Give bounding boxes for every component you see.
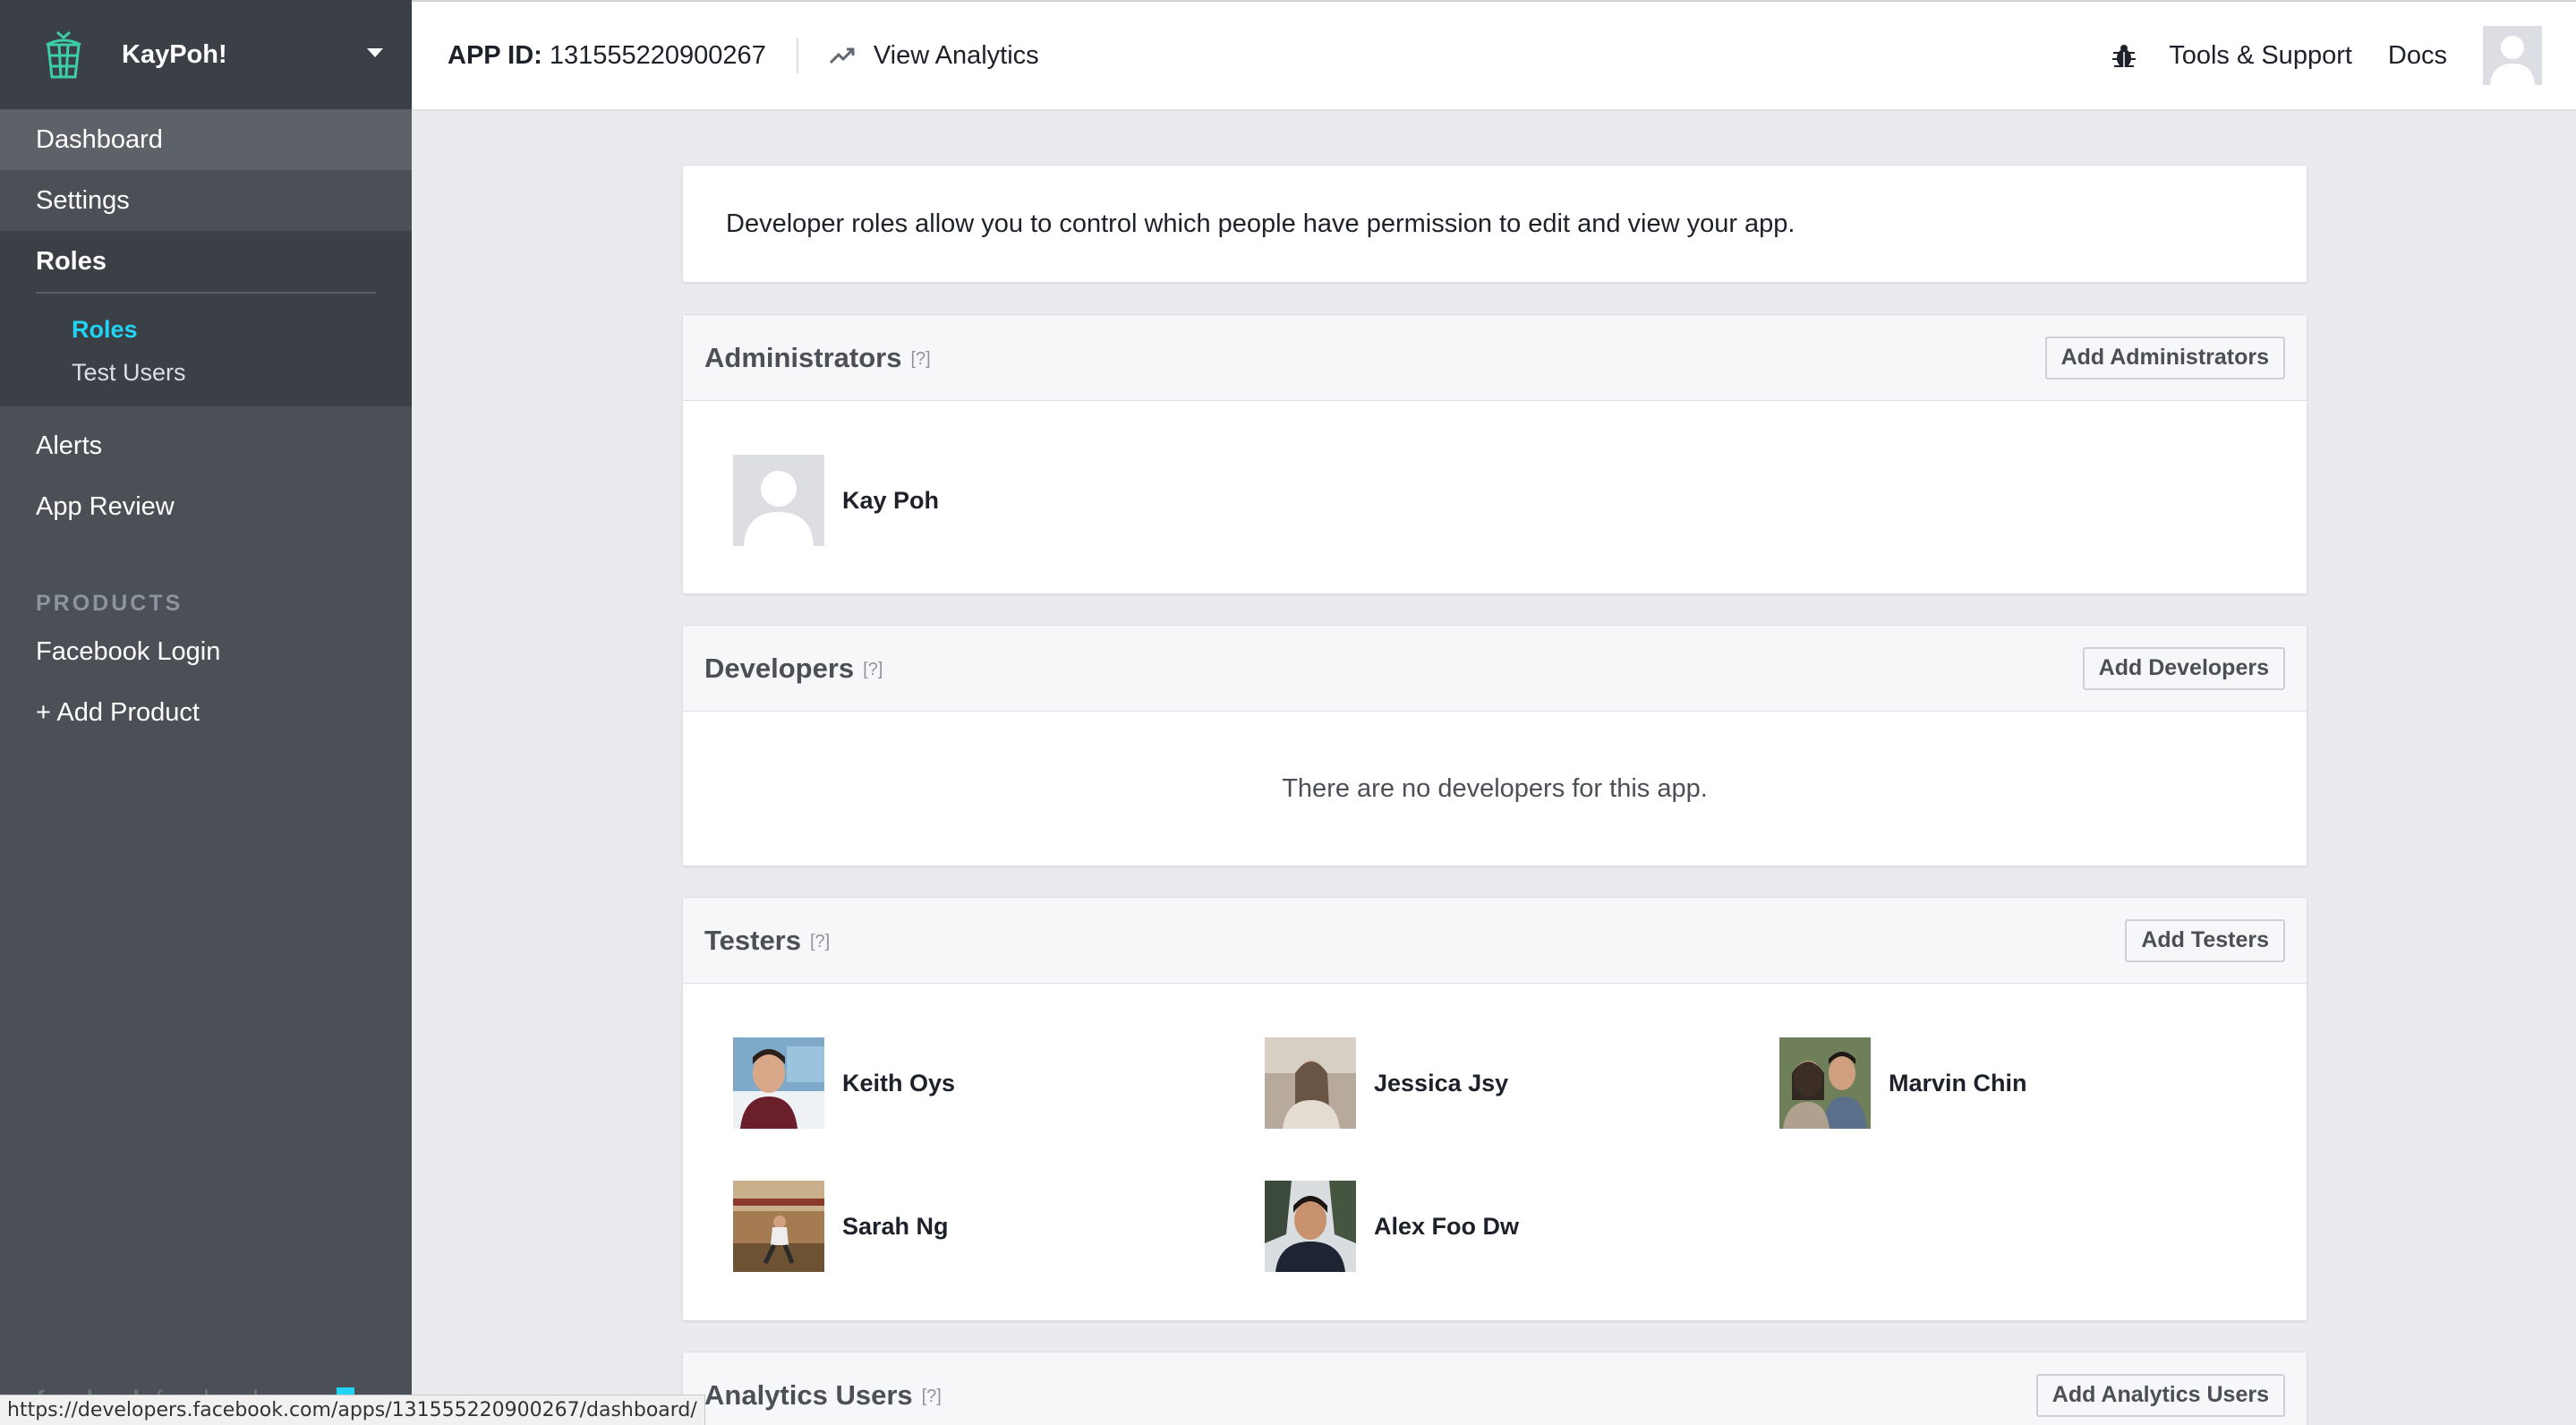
person-name[interactable]: Kay Poh — [842, 487, 939, 515]
bug-icon[interactable] — [2110, 41, 2138, 70]
docs-link[interactable]: Docs — [2388, 41, 2447, 71]
chevron-down-icon[interactable] — [367, 48, 383, 57]
tools-support-link[interactable]: Tools & Support — [2169, 41, 2352, 71]
administrators-panel: Administrators [?] Add Administrators Ka… — [682, 314, 2307, 594]
sidebar-item-label: Alerts — [36, 431, 103, 460]
sidebar-item-label: Facebook Login — [36, 636, 221, 666]
trending-up-icon — [829, 47, 855, 64]
person-item[interactable]: Marvin Chin — [1779, 1037, 2027, 1129]
add-developers-button[interactable]: Add Developers — [2082, 646, 2285, 690]
person-name[interactable]: Jessica Jsy — [1374, 1070, 1508, 1097]
default-avatar-icon — [2483, 26, 2542, 85]
help-link[interactable]: [?] — [922, 1387, 942, 1407]
view-analytics-label: View Analytics — [873, 40, 1039, 70]
sidebar-item-settings[interactable]: Settings — [0, 170, 412, 231]
app-id-value: 131555220900267 — [549, 40, 766, 70]
avatar — [733, 455, 824, 546]
add-administrators-button[interactable]: Add Administrators — [2044, 336, 2285, 380]
sidebar-item-label: Roles — [36, 246, 107, 276]
person-item[interactable]: Alex Foo Dw — [1265, 1181, 1519, 1272]
sidebar-item-label: App Review — [36, 491, 175, 521]
person-name[interactable]: Sarah Ng — [842, 1213, 949, 1241]
developers-panel: Developers [?] Add Developers There are … — [682, 625, 2307, 866]
help-link[interactable]: [?] — [910, 349, 930, 370]
status-bar-url: https://developers.facebook.com/apps/131… — [0, 1395, 705, 1425]
empty-state-text: There are no developers for this app. — [1282, 774, 1708, 803]
avatar — [1779, 1037, 1871, 1129]
avatar — [733, 1037, 824, 1129]
app-id: APP ID: 131555220900267 — [448, 41, 766, 71]
sidebar-item-facebook-login[interactable]: Facebook Login — [0, 621, 412, 682]
divider — [36, 292, 376, 294]
person-name[interactable]: Keith Oys — [842, 1070, 955, 1097]
sidebar-item-label: Settings — [36, 185, 130, 215]
app-switcher[interactable]: KayPoh! — [0, 0, 412, 109]
app-id-label: APP ID: — [448, 40, 542, 70]
add-testers-button[interactable]: Add Testers — [2125, 918, 2285, 962]
panel-header: Analytics Users [?] Add Analytics Users — [683, 1352, 2307, 1425]
panel-title: Administrators — [704, 341, 902, 373]
avatar — [733, 1181, 824, 1272]
sidebar-section-heading: PRODUCTS — [36, 590, 183, 616]
top-bar-right: Tools & Support Docs — [2110, 26, 2576, 85]
panel-title: Developers — [704, 652, 855, 684]
panel-header: Administrators [?] Add Administrators — [683, 315, 2307, 401]
person-item[interactable]: Kay Poh — [733, 455, 939, 546]
sidebar-subitem-roles[interactable]: Roles — [0, 308, 412, 351]
sidebar-item-roles[interactable]: Roles — [0, 231, 412, 292]
sidebar-item-label: Dashboard — [36, 124, 163, 154]
avatar — [1265, 1181, 1356, 1272]
person-name[interactable]: Marvin Chin — [1889, 1070, 2027, 1097]
avatar — [1265, 1037, 1356, 1129]
app-name: KayPoh! — [122, 39, 227, 69]
top-bar: APP ID: 131555220900267 View Analytics T… — [412, 0, 2576, 111]
panel-title: Testers — [704, 924, 801, 956]
help-link[interactable]: [?] — [810, 932, 830, 952]
sidebar-group-roles: Roles Roles Test Users — [0, 231, 412, 406]
analytics-users-panel: Analytics Users [?] Add Analytics Users — [682, 1352, 2307, 1425]
help-link[interactable]: [?] — [863, 660, 883, 680]
sidebar: KayPoh! Dashboard Settings Roles Roles T… — [0, 0, 412, 1425]
sidebar-subitem-test-users[interactable]: Test Users — [0, 351, 412, 394]
sidebar-item-dashboard[interactable]: Dashboard — [0, 109, 412, 170]
testers-panel: Testers [?] Add Testers Keith Oys Jessic… — [682, 897, 2307, 1321]
intro-panel: Developer roles allow you to control whi… — [682, 165, 2307, 283]
sidebar-item-app-review[interactable]: App Review — [0, 476, 412, 537]
panel-header: Developers [?] Add Developers — [683, 626, 2307, 712]
sidebar-item-label: + Add Product — [36, 697, 200, 727]
intro-text: Developer roles allow you to control whi… — [726, 209, 1796, 238]
panel-title: Analytics Users — [704, 1378, 913, 1411]
person-item[interactable]: Sarah Ng — [733, 1181, 949, 1272]
person-name[interactable]: Alex Foo Dw — [1374, 1213, 1519, 1241]
app-logo-icon — [46, 30, 81, 79]
panel-header: Testers [?] Add Testers — [683, 898, 2307, 984]
avatar[interactable] — [2483, 26, 2542, 85]
sidebar-item-alerts[interactable]: Alerts — [0, 415, 412, 476]
view-analytics-link[interactable]: View Analytics — [829, 41, 1039, 71]
sidebar-item-add-product[interactable]: + Add Product — [0, 682, 412, 743]
person-item[interactable]: Jessica Jsy — [1265, 1037, 1508, 1129]
divider — [796, 38, 798, 73]
add-analytics-users-button[interactable]: Add Analytics Users — [2035, 1373, 2285, 1417]
person-item[interactable]: Keith Oys — [733, 1037, 955, 1129]
